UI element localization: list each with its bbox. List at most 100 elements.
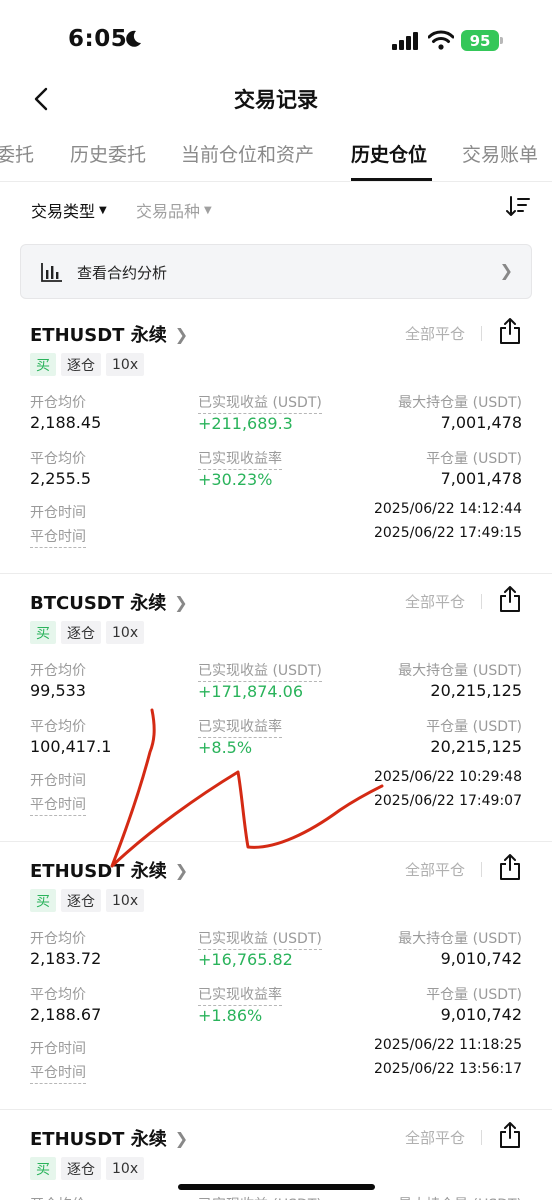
closed-amount-label: 平仓量 (USDT): [426, 987, 522, 1003]
side-badge: 买: [30, 621, 56, 644]
closed-amount-label: 平仓量 (USDT): [426, 719, 522, 735]
position-symbol-link[interactable]: ETHUSDT 永续 ❯: [30, 321, 188, 347]
max-position-value: 9,010,742: [440, 949, 522, 968]
leverage-badge: 10x: [106, 1157, 145, 1180]
divider: [481, 862, 482, 877]
leverage-badge: 10x: [106, 353, 145, 376]
share-icon[interactable]: [497, 317, 523, 345]
battery-icon: 95: [461, 30, 499, 51]
max-position-value: 7,001,478: [440, 413, 522, 432]
realized-pnl-rate-label[interactable]: 已实现收益率: [198, 984, 282, 1006]
open-avg-label: 开仓均价: [30, 1194, 86, 1200]
close-all-button[interactable]: 全部平仓: [405, 859, 465, 880]
caret-down-icon: ▼: [99, 204, 107, 216]
nav-bar: 交易记录: [0, 78, 552, 120]
tab-positions-assets[interactable]: 当前仓位和资产: [181, 140, 314, 167]
tab-bar: 委托 历史委托 当前仓位和资产 历史仓位 交易账单: [0, 130, 552, 182]
realized-pnl-label[interactable]: 已实现收益 (USDT): [198, 928, 322, 950]
share-icon[interactable]: [497, 585, 523, 613]
close-avg-label: 平仓均价: [30, 719, 86, 735]
close-time-label[interactable]: 平仓时间: [30, 794, 86, 816]
open-avg-value: 2,183.72: [30, 949, 102, 968]
close-avg-label: 平仓均价: [30, 987, 86, 1003]
closed-amount-value: 20,215,125: [430, 737, 522, 756]
realized-pnl-label[interactable]: 已实现收益 (USDT): [198, 392, 322, 414]
divider: [481, 326, 482, 341]
tab-trade-bills[interactable]: 交易账单: [462, 140, 538, 167]
tab-order-history[interactable]: 历史委托: [70, 140, 146, 167]
side-badge: 买: [30, 889, 56, 912]
close-avg-value: 2,255.5: [30, 469, 92, 488]
realized-pnl-rate-value: +30.23%: [198, 470, 273, 489]
divider: [481, 1130, 482, 1145]
realized-pnl-rate-value: +1.86%: [198, 1006, 263, 1025]
realized-pnl-rate-value: +8.5%: [198, 738, 253, 757]
closed-amount-value: 7,001,478: [440, 469, 522, 488]
close-time-label[interactable]: 平仓时间: [30, 1062, 86, 1084]
margin-mode-badge: 逐仓: [61, 621, 101, 644]
tab-position-history[interactable]: 历史仓位: [351, 140, 427, 167]
closed-amount-value: 9,010,742: [440, 1005, 522, 1024]
share-icon[interactable]: [497, 1121, 523, 1149]
close-avg-value: 2,188.67: [30, 1005, 102, 1024]
close-all-button[interactable]: 全部平仓: [405, 1127, 465, 1148]
page-title: 交易记录: [234, 88, 318, 112]
realized-pnl-value: +171,874.06: [198, 682, 304, 701]
chevron-right-icon: ❯: [499, 261, 513, 280]
position-symbol: BTCUSDT 永续: [30, 593, 167, 614]
close-avg-value: 100,417.1: [30, 737, 112, 756]
open-time-value: 2025/06/22 10:29:48: [373, 769, 522, 785]
margin-mode-badge: 逐仓: [61, 353, 101, 376]
position-symbol-link[interactable]: ETHUSDT 永续 ❯: [30, 857, 188, 883]
max-position-label: 最大持仓量 (USDT): [398, 663, 522, 679]
sort-icon[interactable]: [506, 194, 530, 220]
open-avg-label: 开仓均价: [30, 395, 86, 411]
open-avg-value: 2,188.45: [30, 413, 102, 432]
close-time-value: 2025/06/22 13:56:17: [373, 1061, 522, 1077]
open-avg-label: 开仓均价: [30, 663, 86, 679]
position-card: ETHUSDT 永续 ❯ 全部平仓 买 逐仓 10x 开仓均价 2,183.72…: [0, 842, 552, 1110]
position-card: ETHUSDT 永续 ❯ 全部平仓 买 逐仓 10x 开仓均价 2,188.45…: [0, 306, 552, 574]
realized-pnl-value: +211,689.3: [198, 414, 293, 433]
tab-active-indicator: [351, 178, 432, 181]
position-symbol-link[interactable]: ETHUSDT 永续 ❯: [30, 1125, 188, 1151]
filter-bar: 交易类型 ▼ 交易品种 ▼: [0, 190, 552, 228]
max-position-value: 20,215,125: [430, 681, 522, 700]
close-avg-label: 平仓均价: [30, 451, 86, 467]
realized-pnl-value: +16,765.82: [198, 950, 293, 969]
moon-icon: [126, 30, 141, 47]
chevron-right-icon: ❯: [174, 592, 188, 612]
share-icon[interactable]: [497, 853, 523, 881]
position-symbol: ETHUSDT 永续: [30, 1129, 167, 1150]
leverage-badge: 10x: [106, 621, 145, 644]
close-time-label[interactable]: 平仓时间: [30, 526, 86, 548]
wifi-icon: [428, 30, 454, 50]
cellular-signal-icon: [392, 32, 418, 50]
open-avg-label: 开仓均价: [30, 931, 86, 947]
contract-analysis-button[interactable]: 查看合约分析 ❯: [20, 244, 532, 299]
position-symbol: ETHUSDT 永续: [30, 861, 167, 882]
close-all-button[interactable]: 全部平仓: [405, 323, 465, 344]
realized-pnl-label[interactable]: 已实现收益 (USDT): [198, 660, 322, 682]
closed-amount-label: 平仓量 (USDT): [426, 451, 522, 467]
tab-orders[interactable]: 委托: [0, 140, 34, 167]
trade-type-filter[interactable]: 交易类型 ▼: [31, 198, 107, 222]
margin-mode-badge: 逐仓: [61, 889, 101, 912]
instrument-label: 交易品种: [136, 202, 201, 221]
position-tags: 买 逐仓 10x: [30, 889, 145, 912]
position-symbol: ETHUSDT 永续: [30, 325, 167, 346]
close-all-button[interactable]: 全部平仓: [405, 591, 465, 612]
realized-pnl-rate-label[interactable]: 已实现收益率: [198, 716, 282, 738]
divider: [481, 594, 482, 609]
open-time-value: 2025/06/22 11:18:25: [373, 1037, 522, 1053]
leverage-badge: 10x: [106, 889, 145, 912]
caret-down-icon: ▼: [204, 204, 212, 216]
instrument-filter[interactable]: 交易品种 ▼: [136, 198, 212, 222]
realized-pnl-rate-label[interactable]: 已实现收益率: [198, 448, 282, 470]
home-indicator[interactable]: [178, 1184, 375, 1190]
open-time-label: 开仓时间: [30, 773, 86, 789]
open-avg-value: 99,533: [30, 681, 86, 700]
realized-pnl-label[interactable]: 已实现收益 (USDT): [198, 1194, 322, 1200]
position-symbol-link[interactable]: BTCUSDT 永续 ❯: [30, 589, 188, 615]
position-card: BTCUSDT 永续 ❯ 全部平仓 买 逐仓 10x 开仓均价 99,533 已…: [0, 574, 552, 842]
